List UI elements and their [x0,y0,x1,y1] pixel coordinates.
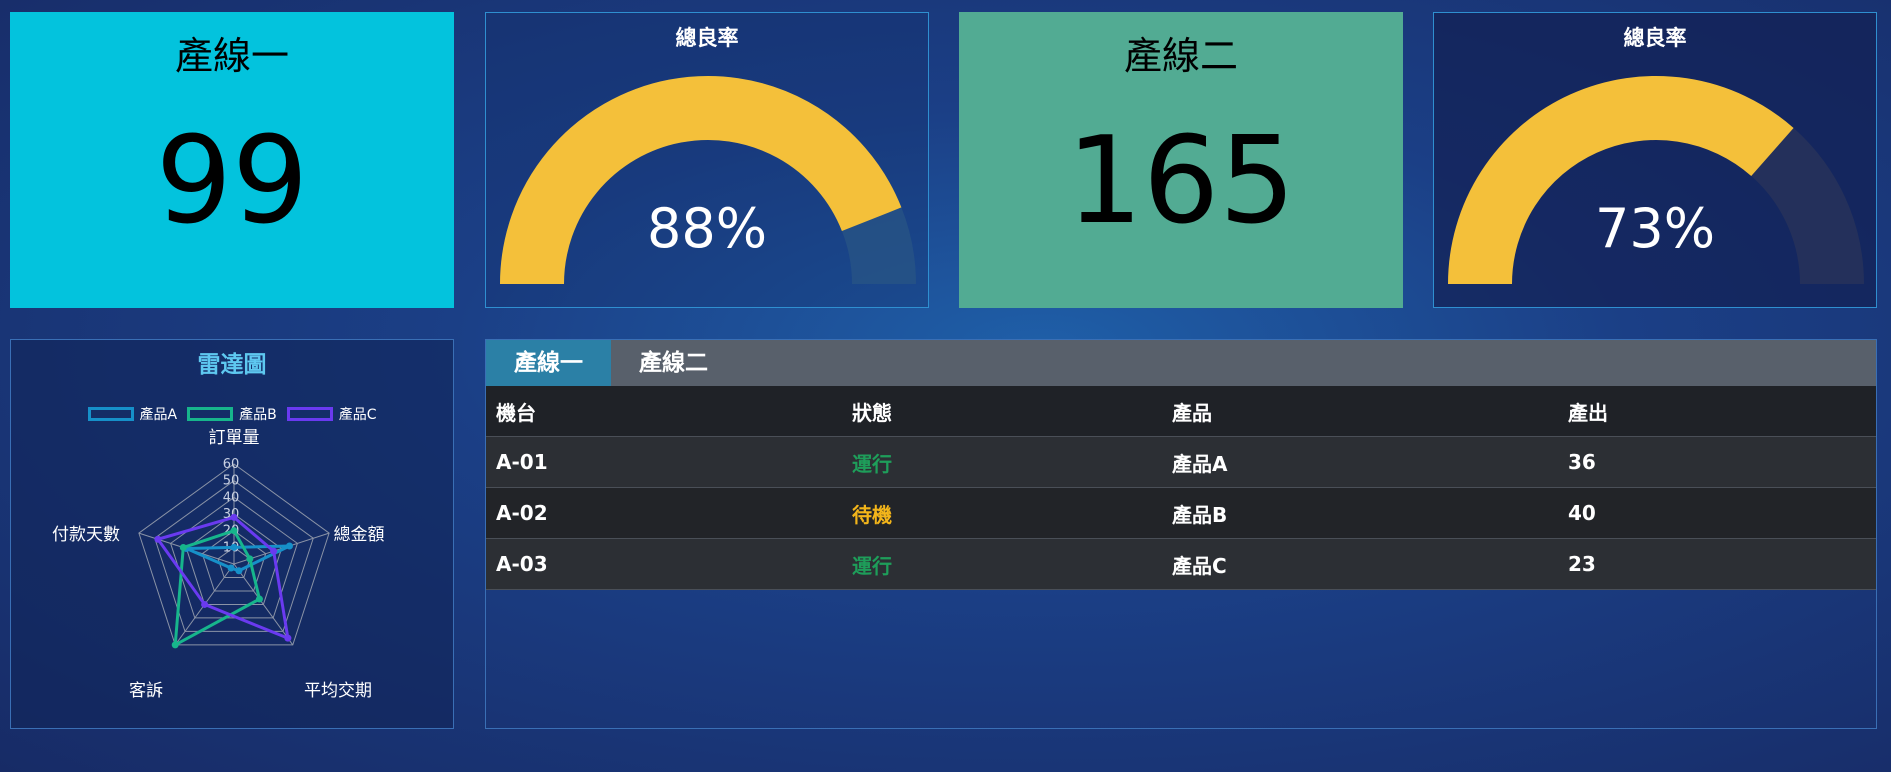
radar-point [230,543,238,551]
machine-table: 機台 狀態 產品 產出 A-01 運行 產品A 36 A-02 待機 產品B 4… [486,386,1876,590]
radar-point [285,542,293,550]
radar-point [246,555,254,563]
cell-status: 運行 [842,436,1162,488]
radar-chart: 605040302010訂單量總金額平均交期客訴付款天數 [52,428,385,701]
yield2-gauge [1448,76,1864,285]
radar-point [179,544,187,552]
cell-machine: A-03 [486,538,842,590]
cell-status: 運行 [842,538,1162,590]
header-machine: 機台 [486,386,842,437]
radar-point [270,547,278,555]
cell-machine: A-02 [486,487,842,539]
table-header-row: 機台 狀態 產品 產出 [486,386,1876,437]
radar-point [201,600,209,608]
header-output: 產出 [1558,386,1876,437]
machine-table-card: 產線一 產線二 機台 狀態 產品 產出 A-01 運行 產品A 36 A-02 … [485,339,1877,729]
yield2-value: 73% [1594,197,1716,260]
line2-card: 產線二 165 [959,12,1403,308]
header-status: 狀態 [842,386,1162,437]
radar-indicator-label: 付款天數 [52,525,120,545]
yield1-value: 88% [646,197,768,260]
radar-indicator-label: 平均交期 [304,681,372,701]
radar-tick-label: 60 [223,457,240,472]
line-tabs: 產線一 產線二 [486,340,1876,386]
yield2-gauge-card: 總良率 73% [1433,12,1877,308]
radar-point [171,641,179,649]
radar-indicator-label: 總金額 [334,525,385,545]
cell-product: 產品A [1162,436,1558,488]
cell-output: 36 [1558,436,1876,488]
yield1-gauge [500,76,916,285]
line1-count: 99 [155,112,309,251]
radar-point [154,535,162,543]
radar-point [255,595,263,603]
yield1-gauge-card: 總良率 88% [485,12,929,308]
table-row: A-02 待機 產品B 40 [486,487,1876,539]
table-row: A-03 運行 產品C 23 [486,538,1876,590]
table-row: A-01 運行 產品A 36 [486,436,1876,488]
radar-point [227,564,235,572]
line2-count: 165 [1066,112,1296,251]
line1-card: 產線一 99 [10,12,454,308]
radar-indicator-label: 訂單量 [209,428,260,448]
radar-point [284,634,292,642]
header-product: 產品 [1162,386,1558,437]
cell-machine: A-01 [486,436,842,488]
tab-line1[interactable]: 產線一 [486,340,611,386]
radar-tick-label: 40 [223,490,240,505]
radar-point [235,567,243,575]
line2-title: 產線二 [1123,34,1238,78]
radar-card: 雷達圖 產品A 產品B 產品C 605040302010訂單量總金額平均交期客訴… [10,339,454,729]
line1-title: 產線一 [174,34,289,78]
cell-output: 40 [1558,487,1876,539]
tab-line2[interactable]: 產線二 [611,340,736,386]
cell-status: 待機 [842,487,1162,539]
cell-output: 23 [1558,538,1876,590]
cell-product: 產品C [1162,538,1558,590]
radar-indicator-label: 客訴 [129,681,163,701]
radar-point [230,513,238,521]
radar-tick-label: 50 [223,474,240,489]
cell-product: 產品B [1162,487,1558,539]
radar-point [230,527,238,535]
